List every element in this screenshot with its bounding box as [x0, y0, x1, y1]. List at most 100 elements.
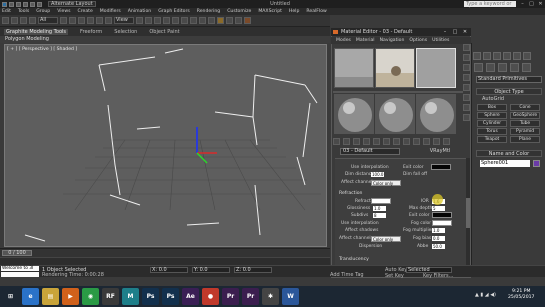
affect-channels-2-dropdown[interactable]: Color only [371, 236, 401, 242]
menu-customize[interactable]: Customize [227, 9, 251, 14]
helpers-icon[interactable] [522, 63, 531, 72]
material-slot-4[interactable] [334, 94, 374, 134]
taskbar-3dsmax-icon[interactable]: RF [102, 288, 119, 305]
utilities-tab-icon[interactable] [523, 52, 531, 60]
curve-editor-icon[interactable] [199, 17, 206, 24]
perspective-viewport[interactable]: [ + ] [ Perspective ] [ Shaded ] [4, 44, 327, 247]
render-setup-icon[interactable] [226, 17, 233, 24]
fog-bias-spinner[interactable]: 0.0 [432, 236, 445, 241]
object-type-rollout[interactable]: Object Type [476, 88, 542, 95]
material-type-button[interactable]: VRayMtl [418, 148, 462, 155]
name-and-color-rollout[interactable]: Name and Color [476, 150, 542, 157]
undo-tool-icon[interactable] [2, 17, 9, 24]
mirror-icon[interactable] [172, 17, 179, 24]
subdivs-spinner[interactable]: 8 [373, 213, 386, 218]
rotate-icon[interactable] [96, 17, 103, 24]
options-icon[interactable] [463, 104, 470, 111]
menu-graph-editors[interactable]: Graph Editors [158, 9, 190, 14]
go-forward-icon[interactable] [443, 138, 450, 145]
menu-tools[interactable]: Tools [18, 9, 29, 14]
time-slider[interactable]: 0 / 100 [0, 248, 330, 257]
hierarchy-tab-icon[interactable] [493, 52, 501, 60]
tube-button[interactable]: Tube [510, 120, 540, 127]
me-menu-navigation[interactable]: Navigation [380, 38, 405, 43]
polygon-modeling-panel[interactable]: Polygon Modeling [0, 36, 330, 43]
abbe-spinner[interactable]: 50.0 [432, 244, 445, 249]
menu-rendering[interactable]: Rendering [197, 9, 220, 14]
material-editor-icon[interactable] [217, 17, 224, 24]
select-by-material-icon[interactable] [463, 114, 470, 121]
unlink-icon[interactable] [20, 17, 27, 24]
maxscript-listener-output[interactable] [1, 272, 39, 277]
me-menu-modes[interactable]: Modes [336, 38, 351, 43]
close-button[interactable]: ✕ [536, 1, 545, 8]
add-time-tag[interactable]: Add Time Tag [330, 272, 364, 278]
menu-realflow[interactable]: RealFlow [306, 9, 326, 14]
menu-maxscript[interactable]: MAXScript [258, 9, 282, 14]
me-menu-options[interactable]: Options [409, 38, 427, 43]
display-tab-icon[interactable] [513, 52, 521, 60]
select-icon[interactable] [60, 17, 67, 24]
taskbar-word-icon[interactable]: W [282, 288, 299, 305]
refraction-section[interactable]: Refraction [339, 191, 362, 196]
me-maximize-button[interactable]: □ [450, 28, 460, 36]
taskbar-ie-icon[interactable]: e [22, 288, 39, 305]
taskbar-aftereffects-icon[interactable]: Ae [182, 288, 199, 305]
uv-tiling-icon[interactable] [463, 74, 470, 81]
put-to-scene-icon[interactable] [343, 138, 350, 145]
percent-snap-icon[interactable] [163, 17, 170, 24]
menu-animation[interactable]: Animation [128, 9, 151, 14]
background-icon[interactable] [463, 64, 470, 71]
shapes-icon[interactable] [486, 63, 495, 72]
autogrid-checkbox[interactable]: AutoGrid [482, 96, 504, 102]
y-coordinate[interactable]: Y: 0.0 [192, 267, 230, 273]
taskbar-chrome-icon[interactable]: ◉ [82, 288, 99, 305]
cone-button[interactable]: Cone [510, 104, 540, 111]
menu-group[interactable]: Group [36, 9, 50, 14]
workspace-dropdown[interactable]: Alternate Layout [48, 1, 96, 7]
save-icon[interactable] [23, 1, 28, 7]
clock[interactable]: 9:21 PM 25/05/2017 [508, 289, 534, 301]
track-bar[interactable] [0, 257, 330, 265]
menu-help[interactable]: Help [289, 9, 299, 14]
backlight-icon[interactable] [463, 54, 470, 61]
transform-gizmo[interactable] [196, 127, 217, 164]
exit-color-2-swatch[interactable] [432, 212, 452, 218]
maxscript-listener[interactable]: Welcome to 3I [1, 266, 39, 271]
viewport-label[interactable]: [ + ] [ Perspective ] [ Shaded ] [7, 47, 77, 52]
material-slot-5[interactable] [375, 94, 415, 134]
cameras-icon[interactable] [510, 63, 519, 72]
tab-freeform[interactable]: Freeform [80, 29, 102, 35]
motion-tab-icon[interactable] [503, 52, 511, 60]
schematic-icon[interactable] [208, 17, 215, 24]
minimize-button[interactable]: – [518, 1, 527, 8]
teapot-button[interactable]: Teapot [477, 136, 507, 143]
cylinder-button[interactable]: Cylinder [477, 120, 507, 127]
box-button[interactable]: Box [477, 104, 507, 111]
make-unique-icon[interactable] [383, 138, 390, 145]
copy-material-icon[interactable] [373, 138, 380, 145]
assign-to-selection-icon[interactable] [353, 138, 360, 145]
taskbar-premiere2-icon[interactable]: Pr [242, 288, 259, 305]
reset-map-icon[interactable] [363, 138, 370, 145]
me-menu-utilities[interactable]: Utilities [432, 38, 449, 43]
taskbar-maya-icon[interactable]: M [122, 288, 139, 305]
make-preview-icon[interactable] [463, 94, 470, 101]
material-slot-6[interactable] [416, 94, 456, 134]
region-icon[interactable] [78, 17, 85, 24]
glossiness-spinner[interactable]: 1.0 [373, 206, 386, 211]
redo-icon[interactable] [37, 1, 42, 7]
exit-color-swatch[interactable] [431, 164, 451, 170]
new-icon[interactable] [9, 1, 14, 7]
time-slider-thumb[interactable]: 0 / 100 [2, 250, 32, 256]
set-key-button[interactable]: Set Key [385, 273, 404, 279]
reference-coordinate-dropdown[interactable]: View [114, 17, 134, 24]
material-editor-scrollbar[interactable] [466, 158, 470, 276]
selection-filter-dropdown[interactable]: All [38, 17, 58, 24]
snap-icon[interactable] [145, 17, 152, 24]
me-menu-material[interactable]: Material [356, 38, 375, 43]
layer-icon[interactable] [190, 17, 197, 24]
show-in-viewport-icon[interactable] [413, 138, 420, 145]
maximize-button[interactable]: □ [527, 1, 536, 8]
z-coordinate[interactable]: Z: 0.0 [234, 267, 272, 273]
